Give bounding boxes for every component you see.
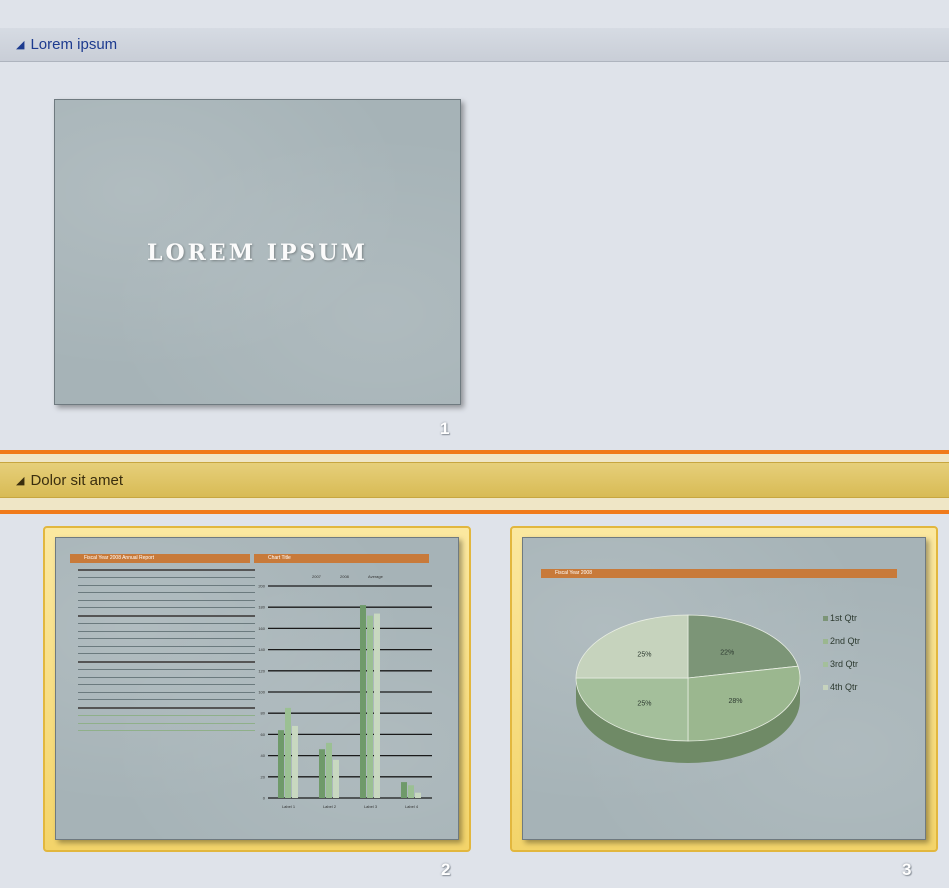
legend-swatch [823, 639, 828, 644]
bar [374, 613, 380, 798]
bar-chart: 2007 2008 Average 0 20 40 60 80 100 120 140 160 180 2… [258, 574, 432, 809]
legend-item: 3rd Qtr [823, 659, 858, 669]
legend-label: Average [368, 574, 384, 579]
bar [326, 742, 332, 798]
legend-swatch [823, 685, 828, 690]
slide-banner: Fiscal Year 2008 [541, 569, 897, 578]
y-tick-label: 40 [261, 753, 266, 758]
slide-thumbnail-3[interactable]: Fiscal Year 2008 22% 28% 25% 25% 1st Qtr 2nd… [522, 537, 926, 840]
bar [360, 605, 366, 798]
legend-label: 3rd Qtr [830, 659, 859, 669]
top-strip [0, 0, 949, 28]
x-tick-label: Label 3 [364, 804, 378, 809]
legend-label: 4th Qtr [830, 682, 858, 692]
slide-number-3: 3 [902, 860, 912, 879]
x-tick-label: Label 4 [405, 804, 419, 809]
y-tick-label: 120 [258, 668, 265, 673]
y-tick-label: 20 [261, 774, 266, 779]
pie-slice [575, 614, 689, 679]
pie-data-label: 28% [728, 698, 742, 705]
bar [367, 615, 373, 798]
bar [408, 785, 414, 798]
y-tick-label: 100 [258, 690, 265, 695]
bar [285, 707, 291, 798]
slide-thumbnail-2[interactable]: Fiscal Year 2008 Annual Report Chart Tit… [55, 537, 459, 840]
slide-thumbnail-1[interactable]: LOREM IPSUM [54, 99, 461, 405]
legend-item: 1st Qtr [823, 613, 857, 623]
section-header-dolor-sit-amet[interactable]: ◢ Dolor sit amet [0, 454, 949, 512]
section-header-lorem-ipsum[interactable]: ◢ Lorem ipsum [0, 28, 949, 62]
section-title: Lorem ipsum [30, 36, 118, 53]
legend-swatch [823, 616, 828, 621]
collapse-triangle-icon[interactable]: ◢ [16, 38, 24, 51]
y-tick-label: 80 [261, 711, 266, 716]
legend-label: 2008 [340, 574, 350, 579]
pie-data-label: 25% [637, 701, 651, 708]
bar [278, 730, 284, 798]
section-title: Dolor sit amet [30, 471, 123, 489]
y-tick-label: 140 [258, 647, 265, 652]
pie-chart: 22% 28% 25% 25% [575, 614, 801, 763]
legend-swatch [823, 662, 828, 667]
legend-label: 2007 [312, 574, 322, 579]
y-tick-label: 0 [263, 796, 266, 801]
bar [401, 782, 407, 798]
x-tick-label: Label 2 [323, 804, 337, 809]
bar [319, 749, 325, 798]
y-tick-label: 60 [261, 732, 266, 737]
selection-indicator-bottom [0, 510, 949, 514]
x-tick-label: Label 1 [282, 804, 296, 809]
legend-item: 4th Qtr [823, 682, 858, 692]
collapse-triangle-icon[interactable]: ◢ [16, 474, 24, 487]
slide-title: LOREM IPSUM [147, 240, 368, 266]
bar [292, 725, 298, 798]
y-tick-label: 180 [258, 605, 265, 610]
legend-item: 2nd Qtr [823, 636, 860, 646]
slide-number-1: 1 [440, 419, 450, 438]
slide-number-2: 2 [441, 860, 451, 879]
y-tick-label: 200 [258, 584, 265, 589]
bar [333, 759, 339, 798]
legend-label: 2nd Qtr [830, 636, 861, 646]
pie-data-label: 25% [637, 651, 651, 658]
financial-table [78, 562, 255, 731]
pie-data-label: 22% [720, 649, 734, 656]
legend-label: 1st Qtr [830, 613, 858, 623]
y-tick-label: 160 [258, 626, 265, 631]
bar [415, 792, 421, 798]
